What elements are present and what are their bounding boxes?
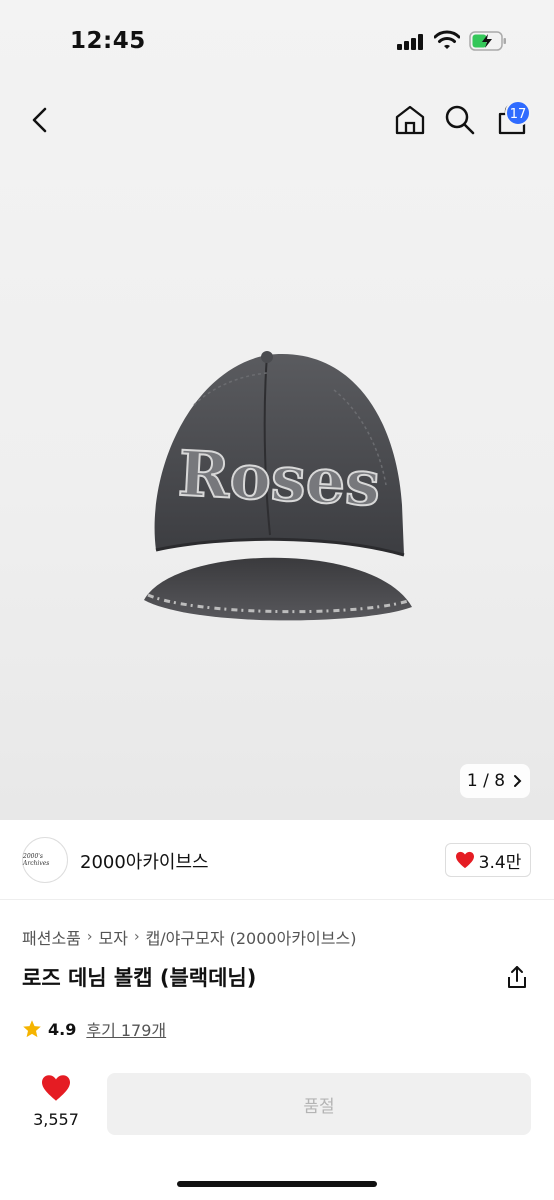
gallery-page-indicator[interactable]: 1 / 8 [460,764,530,798]
chevron-right-icon [514,775,522,787]
cart-count-badge: 17 [505,100,531,126]
chevron-right-icon: › [133,929,140,945]
product-image[interactable]: Roses [134,345,424,635]
breadcrumb: 패션소품 › 모자 › 캡/야구모자 (2000아카이브스) [22,925,356,949]
brand-name[interactable]: 2000아카이브스 [80,848,209,874]
battery-charging-icon [469,31,506,51]
search-icon[interactable] [442,102,478,138]
heart-icon [42,1075,70,1101]
top-nav [0,92,554,148]
breadcrumb-item-cap[interactable]: 캡/야구모자 (2000아카이브스) [146,925,357,949]
status-bar: 12:45 [0,0,554,80]
brand-logo[interactable]: 2000's Archives [22,837,68,883]
breadcrumb-item-fashion[interactable]: 패션소품 [22,925,81,949]
home-indicator [177,1181,377,1187]
signal-icon [397,34,423,50]
star-icon [23,1020,41,1038]
purchase-bar: 3,557 품절 [0,1060,554,1200]
wifi-icon [434,30,460,49]
back-button[interactable] [24,102,56,138]
roses-embroidery: Roses [176,437,382,520]
wishlist-count: 3,557 [33,1110,79,1129]
brand-like-count: 3.4만 [478,852,522,873]
breadcrumb-item-hat[interactable]: 모자 [99,925,128,949]
soldout-button[interactable]: 품절 [107,1073,531,1135]
wishlist-button[interactable]: 3,557 [28,1074,84,1136]
product-title: 로즈 데님 볼캡 (블랙데님) [22,966,257,990]
rating-row: 4.9 후기 179개 [22,1017,166,1041]
rating-value: 4.9 [48,1019,77,1039]
review-count-link[interactable]: 후기 179개 [86,1017,166,1041]
share-icon[interactable] [504,964,530,990]
page-indicator-text: 1 / 8 [466,771,506,791]
home-icon[interactable] [392,102,428,138]
status-time: 12:45 [70,28,146,54]
brand-row: 2000's Archives 2000아카이브스 3.4만 [0,820,554,900]
chevron-right-icon: › [86,929,93,945]
brand-like-button[interactable]: 3.4만 [445,843,531,877]
heart-icon [455,851,474,869]
